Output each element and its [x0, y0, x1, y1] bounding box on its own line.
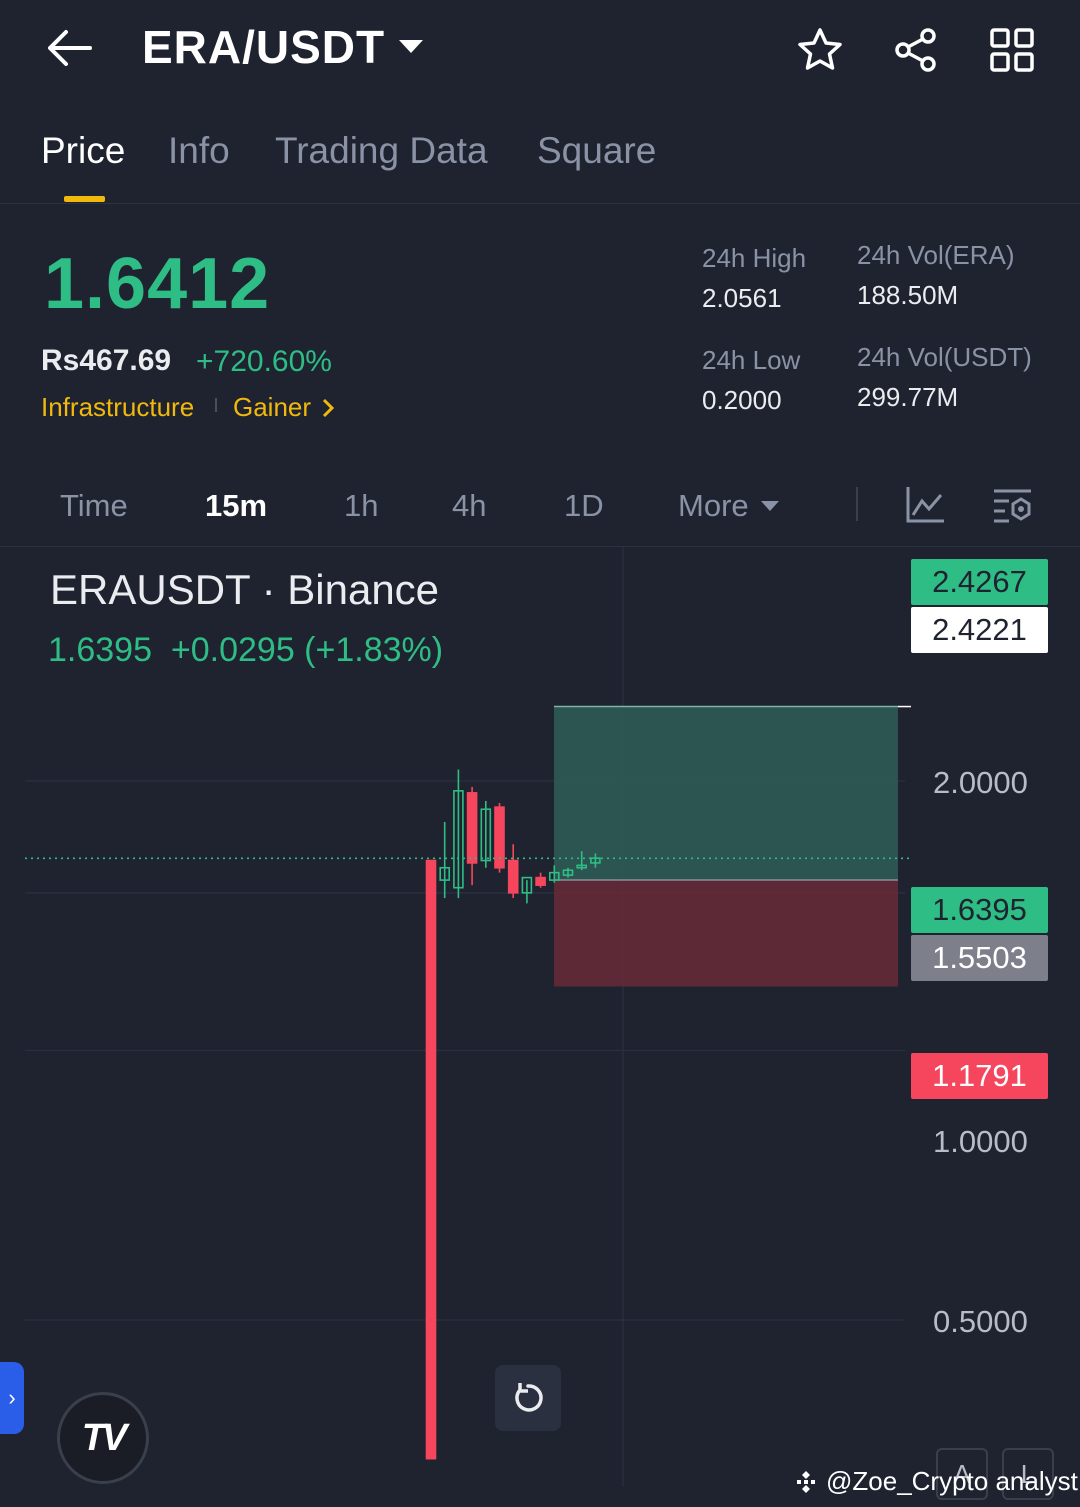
refresh-icon	[515, 1383, 543, 1412]
chevron-down-icon	[399, 40, 424, 54]
y-axis-label-2: 2.0000	[933, 765, 1028, 800]
price-tag-last: 1.6395	[911, 887, 1048, 933]
tag-infrastructure[interactable]: Infrastructure	[41, 392, 194, 423]
candle-down	[507, 859, 519, 894]
stat-vol-quote-label: 24h Vol(USDT)	[857, 342, 1032, 372]
loss-zone	[554, 880, 898, 987]
timeframe-1d[interactable]: 1D	[564, 488, 604, 524]
tabs-divider	[0, 203, 1080, 204]
candle-down	[466, 792, 478, 864]
price-tag-target: 2.4267	[911, 559, 1048, 605]
profit-zone	[554, 706, 898, 881]
pair-selector[interactable]: ERA/USDT	[142, 20, 424, 74]
tag-gainer-label: Gainer	[233, 392, 312, 422]
timeframe-1h[interactable]: 1h	[344, 488, 378, 524]
stat-high-value: 2.0561	[702, 283, 782, 313]
active-tab-indicator	[64, 196, 105, 202]
tradingview-logo-text: TV	[81, 1416, 128, 1459]
timeframe-15m[interactable]: 15m	[205, 488, 267, 524]
tab-info[interactable]: Info	[168, 130, 230, 172]
tag-gainer[interactable]: Gainer	[233, 392, 337, 423]
chevron-right-icon	[322, 398, 335, 417]
stat-low-label: 24h Low	[702, 345, 801, 375]
timeframe-time[interactable]: Time	[60, 488, 128, 524]
stat-vol-quote-value: 299.77M	[857, 382, 959, 412]
timeframe-divider	[856, 487, 858, 521]
chart-last-change: 1.6395 +0.0295 (+1.83%)	[48, 631, 444, 669]
tab-price[interactable]: Price	[41, 130, 125, 172]
tag-separator	[215, 398, 217, 412]
star-icon[interactable]	[794, 24, 846, 76]
caret-down-icon	[760, 501, 779, 511]
chart-symbol-title: ERAUSDT · Binance	[50, 566, 440, 613]
pair-title: ERA/USDT	[142, 21, 386, 73]
share-icon[interactable]	[890, 24, 942, 76]
fiat-price: Rs467.69	[41, 344, 172, 377]
stat-vol-base-label: 24h Vol(ERA)	[857, 240, 1015, 270]
watermark: @Zoe_Crypto analyst	[792, 1466, 1078, 1497]
y-axis-label-1: 1.0000	[933, 1124, 1028, 1159]
tradingview-logo: TV	[57, 1392, 149, 1484]
candle-down	[425, 859, 437, 1460]
price-tag-entry: 1.5503	[911, 935, 1048, 981]
tab-trading-data[interactable]: Trading Data	[275, 130, 488, 172]
indicator-chart-icon[interactable]	[902, 482, 948, 526]
price-tag-stop: 1.1791	[911, 1053, 1048, 1099]
timeframe-more[interactable]: More	[678, 488, 779, 524]
tab-square[interactable]: Square	[537, 130, 656, 172]
y-axis-label-0-5: 0.5000	[933, 1304, 1028, 1339]
timeframe-4h[interactable]: 4h	[452, 488, 486, 524]
back-arrow-icon[interactable]	[44, 24, 96, 72]
timeframe-more-label: More	[678, 488, 749, 523]
candlestick-chart[interactable]	[0, 547, 1080, 1507]
stat-high-label: 24h High	[702, 243, 807, 273]
price-tag-crosshair: 2.4221	[911, 607, 1048, 653]
watermark-text: @Zoe_Crypto analyst	[826, 1466, 1078, 1496]
chart-settings-icon[interactable]	[990, 482, 1036, 526]
chevron-right-icon: ›	[8, 1385, 16, 1410]
drawer-toggle-tab[interactable]: ›	[0, 1362, 24, 1434]
price-change-percent: +720.60%	[196, 345, 332, 378]
reset-chart-button[interactable]	[495, 1365, 561, 1431]
grid-menu-icon[interactable]	[986, 24, 1038, 76]
stat-low-value: 0.2000	[702, 385, 782, 415]
stat-vol-base-value: 188.50M	[857, 280, 959, 310]
binance-logo-icon	[797, 1470, 815, 1493]
candle-down	[535, 876, 546, 886]
last-price: 1.6412	[44, 244, 271, 324]
